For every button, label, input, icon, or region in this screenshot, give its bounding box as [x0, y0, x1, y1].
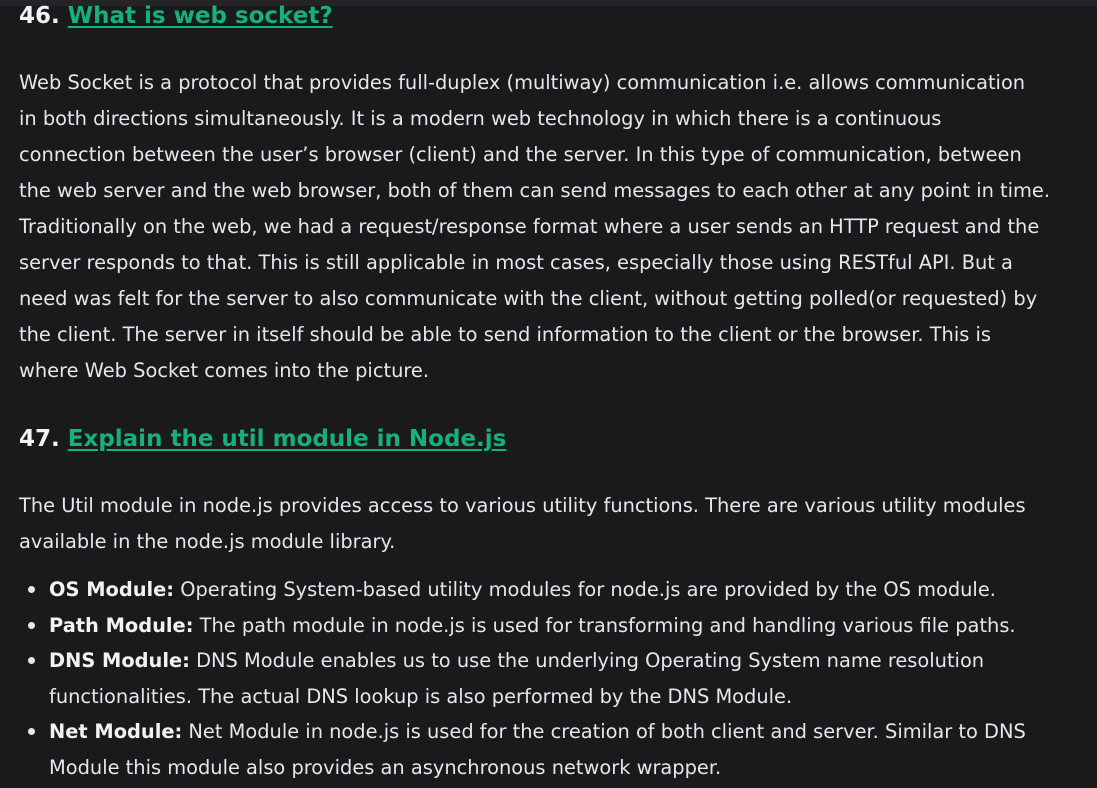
intro-line: available in the node.js module library. [19, 530, 396, 553]
bullet-icon [28, 657, 35, 664]
module-description-continued: functionalities. The actual DNS lookup i… [49, 684, 793, 708]
question-47-heading: 47. Explain the util module in Node.js [19, 424, 1097, 454]
module-label: Net Module: [49, 720, 183, 743]
answer-line: Web Socket is a protocol that provides f… [19, 71, 1026, 94]
bullet-icon [28, 621, 35, 629]
question-47-link[interactable]: Explain the util module in Node.js [68, 426, 507, 452]
bullet-icon [28, 586, 35, 593]
answer-line: server responds to that. This is still a… [19, 251, 1013, 274]
answer-line: need was felt for the server to also com… [19, 287, 1038, 310]
module-description: DNS Module enables us to use the underly… [189, 649, 985, 672]
module-label: DNS Module: [49, 649, 190, 672]
answer-line: Traditionally on the web, we had a reque… [19, 215, 1040, 238]
question-number: 47. [19, 426, 60, 452]
list-item: DNS Module: DNS Module enables us to use… [19, 643, 1097, 714]
module-description: The path module in node.js is used for t… [193, 613, 1016, 637]
module-label: OS Module: [49, 578, 175, 601]
module-label: Path Module: [49, 613, 194, 637]
bullet-icon [28, 728, 35, 735]
article-content: 46. What is web socket? Web Socket is a … [19, 0, 1097, 785]
answer-line: the client. The server in itself should … [19, 323, 991, 346]
list-item: Path Module: The path module in node.js … [19, 608, 1097, 644]
answer-line: in both directions simultaneously. It is… [19, 107, 942, 130]
answer-line: the web server and the web browser, both… [19, 179, 1051, 202]
list-item: OS Module: Operating System-based utilit… [19, 572, 1097, 608]
module-description: Net Module in node.js is used for the cr… [182, 720, 1026, 743]
module-description: Operating System-based utility modules f… [174, 578, 996, 601]
question-46-link[interactable]: What is web socket? [68, 3, 333, 29]
intro-line: The Util module in node.js provides acce… [19, 494, 1026, 517]
list-item: Net Module: Net Module in node.js is use… [19, 714, 1097, 785]
question-46-heading: 46. What is web socket? [19, 1, 1097, 31]
module-description-continued: Module this module also provides an asyn… [49, 755, 722, 779]
question-number: 46. [19, 3, 60, 29]
question-46-answer: Web Socket is a protocol that provides f… [19, 65, 1097, 389]
question-47-intro: The Util module in node.js provides acce… [19, 488, 1097, 560]
answer-line: connection between the user’s browser (c… [19, 143, 1022, 166]
answer-line: where Web Socket comes into the picture. [19, 359, 430, 382]
util-modules-list: OS Module: Operating System-based utilit… [19, 572, 1097, 785]
